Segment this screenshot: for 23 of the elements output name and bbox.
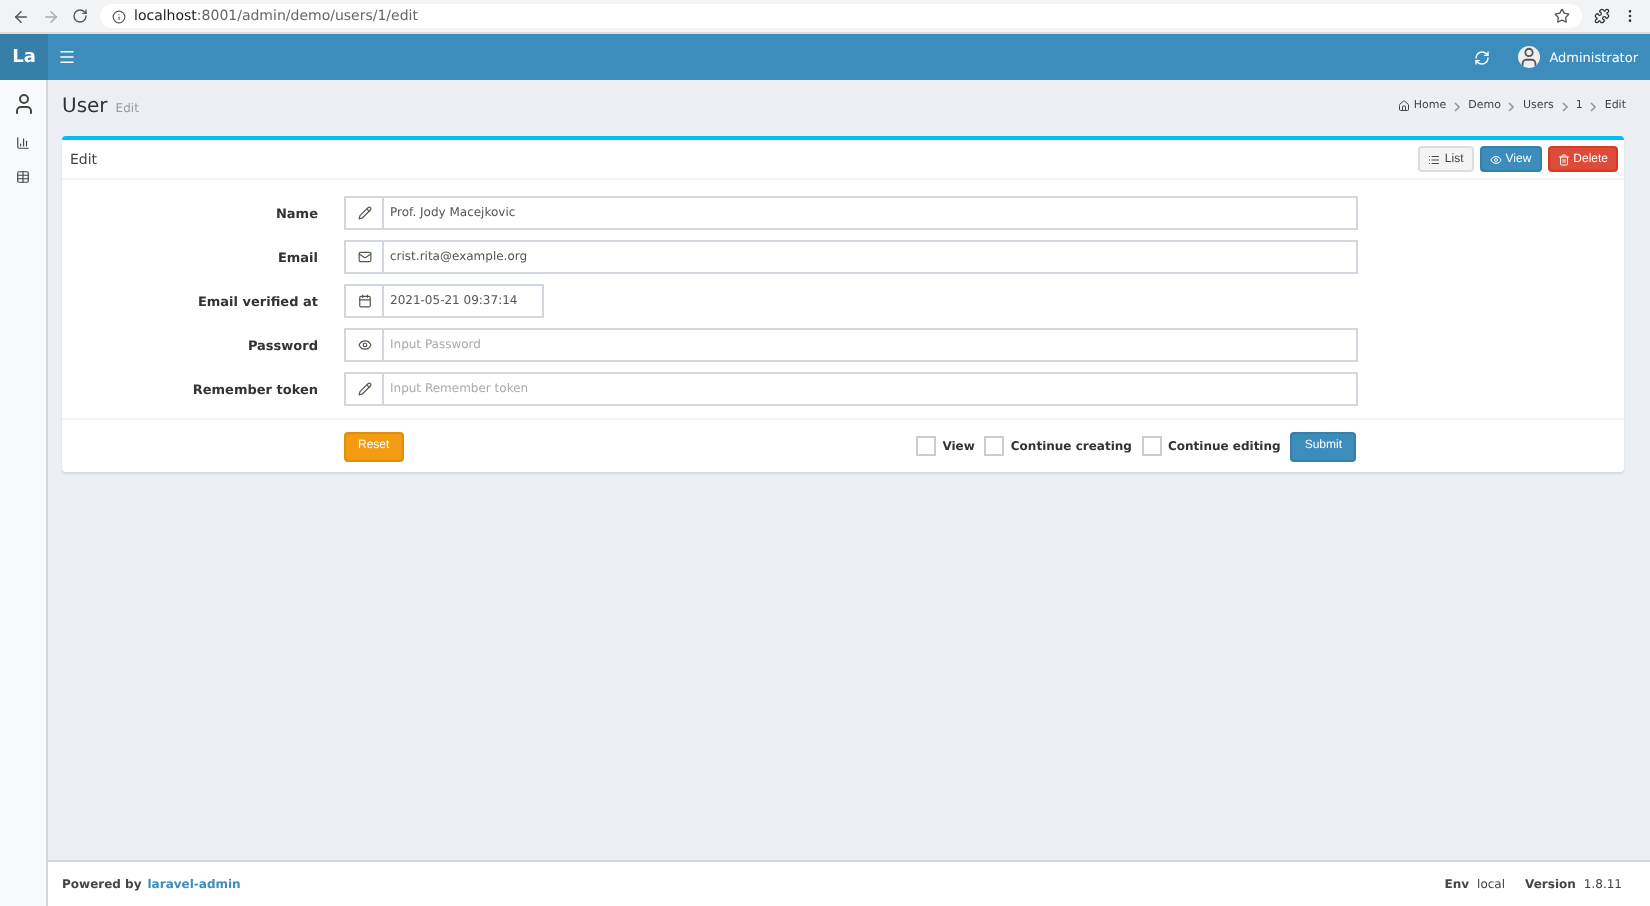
eye-icon xyxy=(1489,153,1502,165)
back-icon[interactable] xyxy=(12,7,30,25)
chevron-icon xyxy=(1508,101,1515,111)
trash-icon xyxy=(1557,153,1570,165)
chart-icon[interactable] xyxy=(16,136,30,150)
avatar-icon xyxy=(1517,46,1540,68)
list-icon xyxy=(1428,153,1441,165)
envelope-icon xyxy=(357,250,371,264)
reload-icon[interactable] xyxy=(72,8,88,24)
chevron-icon xyxy=(1590,101,1597,111)
chevron-icon xyxy=(1454,101,1461,111)
eye-icon xyxy=(357,338,371,352)
extensions-icon[interactable] xyxy=(1594,8,1610,24)
pencil-icon xyxy=(357,206,371,220)
logo[interactable]: La xyxy=(0,34,48,80)
home-icon xyxy=(1397,100,1410,112)
refresh-icon[interactable] xyxy=(1473,49,1490,65)
calendar-icon xyxy=(357,294,371,308)
chevron-icon xyxy=(1561,101,1568,111)
pencil-icon xyxy=(357,382,371,396)
avatar-icon xyxy=(11,92,35,116)
page-title: User xyxy=(62,95,108,117)
table-icon[interactable] xyxy=(16,170,30,184)
